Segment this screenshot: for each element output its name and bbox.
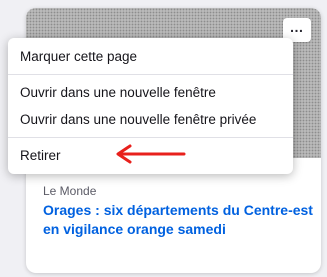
article-headline[interactable]: Orages : six départements du Centre-est … bbox=[43, 201, 313, 239]
menu-separator bbox=[8, 137, 293, 138]
menu-separator bbox=[8, 74, 293, 75]
menu-item-bookmark[interactable]: Marquer cette page bbox=[8, 43, 293, 70]
more-options-icon: … bbox=[289, 19, 305, 35]
red-arrow-left-icon bbox=[116, 144, 186, 164]
menu-item-open-new-window[interactable]: Ouvrir dans une nouvelle fenêtre bbox=[8, 79, 293, 106]
article-source: Le Monde bbox=[43, 184, 97, 198]
menu-item-open-private-window[interactable]: Ouvrir dans une nouvelle fenêtre privée bbox=[8, 106, 293, 133]
